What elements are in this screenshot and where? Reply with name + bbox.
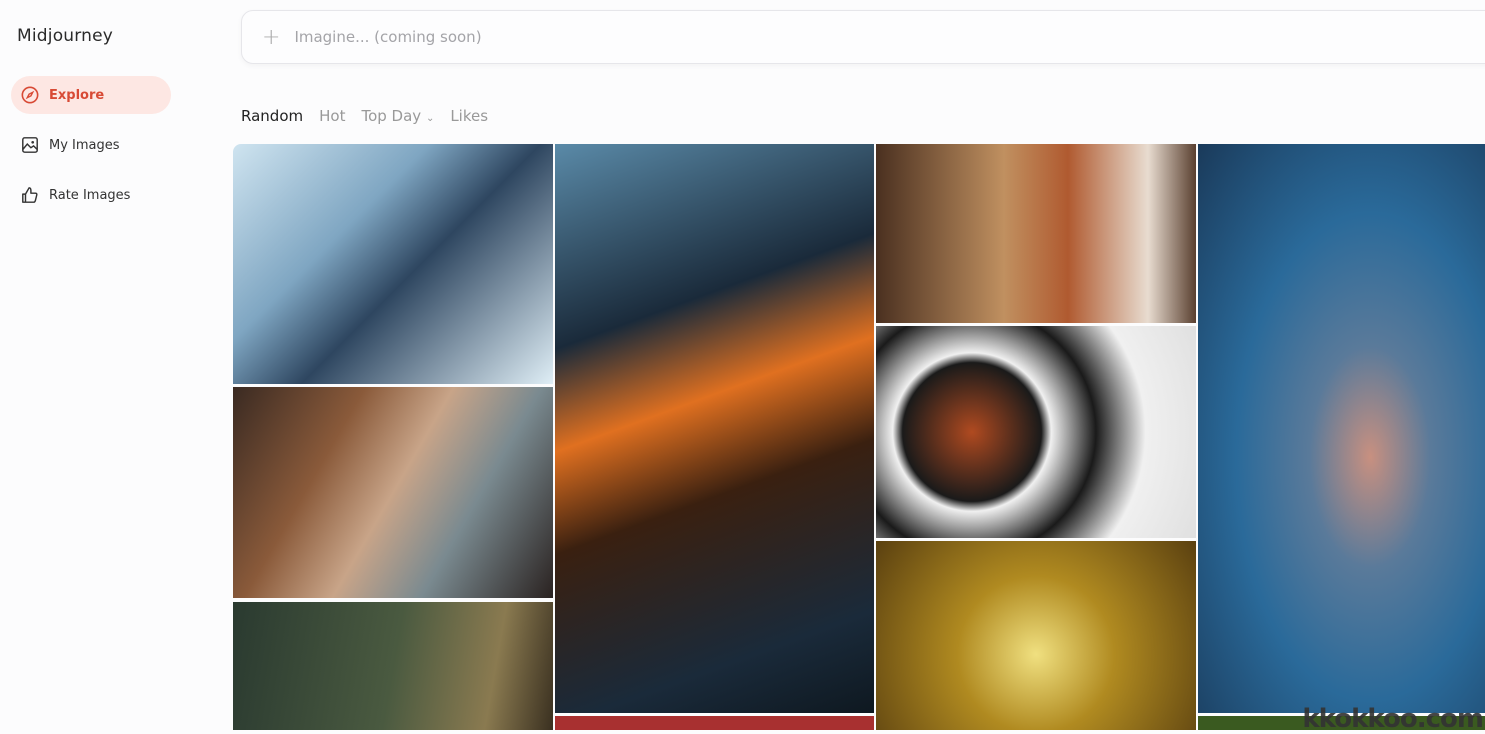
sidebar-item-rate-images[interactable]: Rate Images	[11, 176, 171, 214]
gallery-image[interactable]	[876, 326, 1196, 538]
sidebar-item-label: Rate Images	[49, 187, 131, 203]
sort-tabs: Random Hot Top Day ⌄ Likes	[241, 107, 488, 125]
thumbs-up-icon	[22, 187, 38, 203]
compass-icon	[21, 86, 39, 104]
gallery-image[interactable]	[1198, 144, 1485, 713]
tab-hot[interactable]: Hot	[319, 107, 345, 125]
chevron-down-icon: ⌄	[425, 113, 435, 124]
tab-random[interactable]: Random	[241, 107, 303, 125]
gallery-image[interactable]	[555, 716, 874, 730]
gallery-image[interactable]	[233, 602, 553, 730]
imagine-input[interactable]	[294, 28, 895, 46]
app-logo[interactable]: Midjourney	[17, 26, 113, 46]
tab-likes[interactable]: Likes	[450, 107, 488, 125]
gallery-image[interactable]	[233, 144, 553, 384]
gallery-image[interactable]	[555, 144, 874, 713]
plus-icon[interactable]: +	[262, 25, 280, 50]
sidebar-item-label: My Images	[49, 137, 120, 153]
sidebar-item-explore[interactable]: Explore	[11, 76, 171, 114]
sidebar-item-label: Explore	[49, 87, 105, 103]
tab-label: Top Day	[361, 107, 422, 125]
image-icon	[22, 137, 38, 153]
tab-top-day[interactable]: Top Day ⌄	[361, 107, 434, 125]
gallery-image[interactable]	[876, 541, 1196, 730]
sidebar-item-my-images[interactable]: My Images	[11, 126, 171, 164]
imagine-bar[interactable]: +	[241, 10, 1485, 64]
gallery-image[interactable]	[876, 144, 1196, 323]
gallery-image[interactable]	[233, 387, 553, 598]
